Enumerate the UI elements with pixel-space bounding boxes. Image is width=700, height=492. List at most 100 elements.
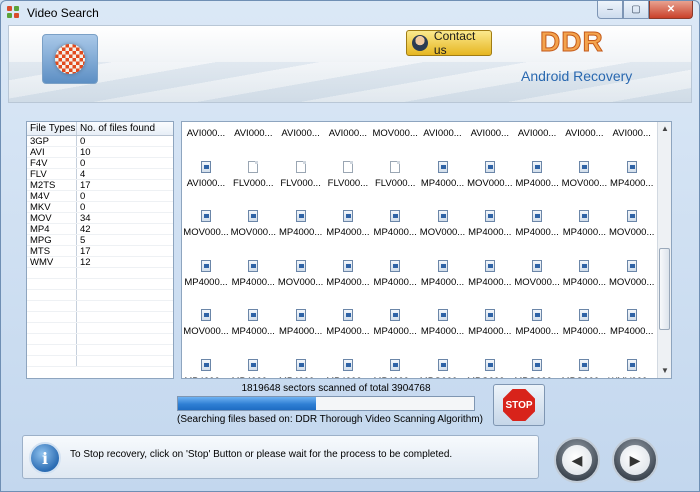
file-count-cell: 0 <box>80 191 86 202</box>
app-logo <box>42 34 98 84</box>
video-file-icon <box>626 358 637 371</box>
file-name: MPG000... <box>419 376 467 379</box>
empty-row <box>27 356 173 367</box>
file-name: MP4000... <box>326 326 370 337</box>
file-type-cell: M2TS <box>27 180 77 191</box>
video-file-icon <box>532 160 543 173</box>
video-file-icon <box>579 160 590 173</box>
file-type-cell: FLV <box>27 169 77 180</box>
file-name: MP4000... <box>371 376 419 379</box>
file-types-header: File Types No. of files found <box>27 122 173 136</box>
file-name: MP4000... <box>610 177 654 189</box>
table-row[interactable]: 3GP 0 <box>27 136 173 147</box>
file-name: WMV000... <box>608 376 656 379</box>
scroll-down-icon[interactable]: ▼ <box>658 364 671 378</box>
file-name: AVI000... <box>281 128 320 139</box>
video-file-icon <box>390 358 401 371</box>
empty-row <box>27 312 173 323</box>
video-file-icon <box>484 160 495 173</box>
video-file-icon <box>201 358 211 371</box>
video-file-icon <box>532 210 543 222</box>
file-count-cell: 0 <box>80 158 86 169</box>
file-name: MP4000... <box>324 376 372 379</box>
video-file-icon <box>248 210 259 222</box>
table-row[interactable]: MKV 0 <box>27 202 173 213</box>
file-count-cell: 10 <box>80 147 91 158</box>
window-title: Video Search <box>27 6 99 20</box>
column-header-file-types[interactable]: File Types <box>27 122 77 135</box>
file-name: MOV000... <box>183 326 229 337</box>
back-button[interactable]: ◀ <box>554 437 600 483</box>
file-name: AVI000... <box>565 128 604 139</box>
info-text: To Stop recovery, click on 'Stop' Button… <box>70 449 453 460</box>
table-row[interactable]: MPG 5 <box>27 235 173 246</box>
table-row[interactable]: MTS 17 <box>27 246 173 257</box>
sectors-scanned-text: 1819648 sectors scanned of total 3904768 <box>241 383 431 394</box>
file-name: MOV000... <box>419 227 466 238</box>
table-row[interactable]: AVI 10 <box>27 147 173 158</box>
video-file-icon <box>201 160 211 173</box>
scroll-thumb[interactable] <box>659 248 670 330</box>
app-window: Video Search – ▢ ✕ Contact us DDR Androi… <box>0 0 700 492</box>
file-name: FLV000... <box>233 177 274 189</box>
video-file-icon <box>437 160 448 173</box>
minimize-button[interactable]: – <box>597 1 623 19</box>
video-file-icon <box>390 210 401 222</box>
file-types-table: File Types No. of files found 3GP 0 AVI 10 F… <box>26 121 174 379</box>
video-file-icon <box>437 210 448 222</box>
file-name: MP4000... <box>229 376 277 379</box>
file-count-cell: 17 <box>80 180 91 191</box>
file-name: AVI000... <box>517 128 557 139</box>
empty-row <box>27 334 173 345</box>
scroll-up-icon[interactable]: ▲ <box>658 122 671 136</box>
file-type-cell: WMV <box>27 257 77 268</box>
video-file-icon <box>484 358 495 371</box>
video-file-icon <box>295 210 306 222</box>
file-name: MOV000... <box>514 276 560 288</box>
file-name: MP4000... <box>182 376 230 379</box>
table-row[interactable]: WMV 12 <box>27 257 173 268</box>
file-count-cell: 0 <box>80 202 86 213</box>
vertical-scrollbar[interactable]: ▲ ▼ <box>657 122 671 378</box>
file-name: FLV000... <box>280 177 321 189</box>
file-name: MPG000... <box>466 376 514 379</box>
blank-file-icon <box>295 160 306 173</box>
video-file-icon <box>390 259 401 272</box>
column-header-files-found[interactable]: No. of files found <box>77 122 173 135</box>
video-file-icon <box>579 259 590 272</box>
table-row[interactable]: M2TS 17 <box>27 180 173 191</box>
file-type-cell: MP4 <box>27 224 77 235</box>
table-row[interactable]: F4V 0 <box>27 158 173 169</box>
file-name: MP4000... <box>562 276 607 288</box>
file-name: MP4000... <box>420 326 465 337</box>
file-name: FLV000... <box>327 177 369 189</box>
stop-button[interactable]: STOP <box>493 384 545 426</box>
file-name: MP4000... <box>562 227 607 238</box>
file-name: AVI000... <box>234 128 273 139</box>
video-file-icon <box>579 309 590 321</box>
video-file-icon <box>626 309 637 321</box>
file-name: MP4000... <box>515 227 559 238</box>
video-file-icon <box>248 259 259 272</box>
empty-row <box>27 290 173 301</box>
close-button[interactable]: ✕ <box>649 1 693 19</box>
video-file-icon <box>579 358 590 371</box>
table-row[interactable]: MP4 42 <box>27 224 173 235</box>
app-icon <box>7 6 21 20</box>
contact-us-button[interactable]: Contact us <box>406 29 492 57</box>
brand-logo: DDR <box>540 26 604 58</box>
next-button[interactable]: ▶ <box>612 437 658 483</box>
file-count-cell: 12 <box>80 257 91 268</box>
recovered-files-view: AVI000... AVI000... AVI000... AVI000... MOV0… <box>181 121 672 379</box>
table-row[interactable]: M4V 0 <box>27 191 173 202</box>
file-name: MP4000... <box>231 276 275 288</box>
file-type-cell: MPG <box>27 235 77 246</box>
table-row[interactable]: FLV 4 <box>27 169 173 180</box>
video-file-icon <box>248 309 259 321</box>
video-file-icon <box>484 259 495 272</box>
file-name: MP4000... <box>231 326 275 337</box>
file-name: AVI000... <box>186 177 226 189</box>
table-row[interactable]: MOV 34 <box>27 213 173 224</box>
header-banner: Contact us DDR Android Recovery <box>8 25 692 103</box>
maximize-button[interactable]: ▢ <box>623 1 649 19</box>
